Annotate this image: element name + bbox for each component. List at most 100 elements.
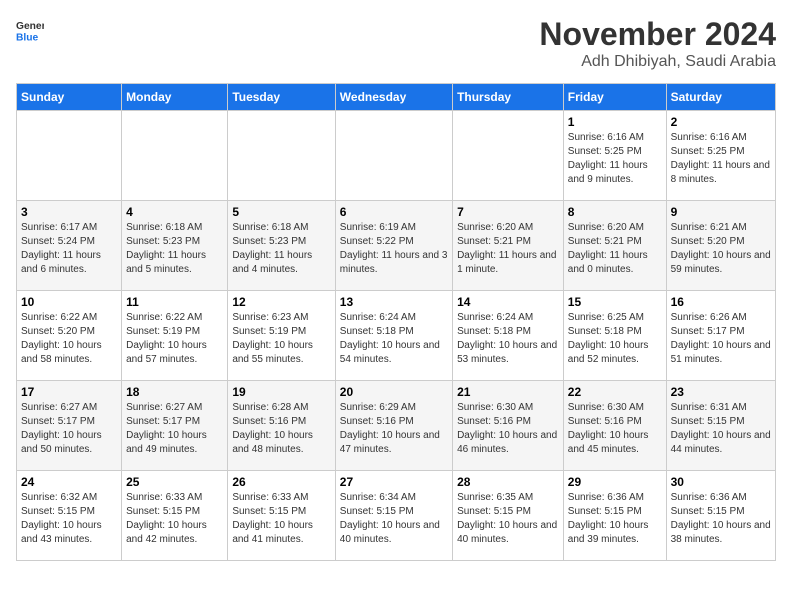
calendar-week-row: 10 Sunrise: 6:22 AM Sunset: 5:20 PM Dayli… [17,291,776,381]
day-number: 29 [568,475,662,489]
title-area: November 2024 Adh Dhibiyah, Saudi Arabia [539,16,776,71]
calendar-cell: 22Sunrise: 6:30 AM Sunset: 5:16 PM Dayli… [563,381,666,471]
day-number: 7 [457,205,559,219]
day-info: Sunrise: 6:36 AM Sunset: 5:15 PM Dayligh… [671,491,771,547]
calendar-cell: 30 Sunrise: 6:36 AM Sunset: 5:15 PM Dayli… [666,471,775,561]
calendar-week-row: 1 Sunrise: 6:16 AM Sunset: 5:25 PM Daylig… [17,111,776,201]
day-info: Sunrise: 6:16 AM Sunset: 5:25 PM Dayligh… [568,131,662,187]
day-info: Sunrise: 6:26 AM Sunset: 5:17 PM Dayligh… [671,311,771,367]
calendar-week-row: 3Sunrise: 6:17 AM Sunset: 5:24 PM Daylig… [17,201,776,291]
day-number: 28 [457,475,559,489]
day-number: 18 [126,385,223,399]
calendar-header-row: SundayMondayTuesdayWednesdayThursdayFrid… [17,84,776,111]
day-number: 12 [232,295,330,309]
day-info: Sunrise: 6:27 AM Sunset: 5:17 PM Dayligh… [126,401,223,457]
day-number: 16 [671,295,771,309]
calendar-cell [228,111,335,201]
calendar-cell: 8 Sunrise: 6:20 AM Sunset: 5:21 PM Daylig… [563,201,666,291]
day-info: Sunrise: 6:31 AM Sunset: 5:15 PM Dayligh… [671,401,771,457]
calendar-cell: 4Sunrise: 6:18 AM Sunset: 5:23 PM Daylig… [122,201,228,291]
calendar-cell: 7Sunrise: 6:20 AM Sunset: 5:21 PM Daylig… [453,201,564,291]
logo: General Blue [16,16,44,44]
day-info: Sunrise: 6:22 AM Sunset: 5:20 PM Dayligh… [21,311,117,367]
day-number: 19 [232,385,330,399]
day-number: 27 [340,475,448,489]
day-number: 21 [457,385,559,399]
calendar-cell [453,111,564,201]
day-info: Sunrise: 6:33 AM Sunset: 5:15 PM Dayligh… [126,491,223,547]
day-number: 23 [671,385,771,399]
day-info: Sunrise: 6:36 AM Sunset: 5:15 PM Dayligh… [568,491,662,547]
calendar-cell: 3Sunrise: 6:17 AM Sunset: 5:24 PM Daylig… [17,201,122,291]
day-number: 30 [671,475,771,489]
calendar-cell: 18 Sunrise: 6:27 AM Sunset: 5:17 PM Dayli… [122,381,228,471]
day-number: 6 [340,205,448,219]
calendar-cell: 25Sunrise: 6:33 AM Sunset: 5:15 PM Dayli… [122,471,228,561]
calendar-week-row: 17Sunrise: 6:27 AM Sunset: 5:17 PM Dayli… [17,381,776,471]
day-number: 10 [21,295,117,309]
day-info: Sunrise: 6:24 AM Sunset: 5:18 PM Dayligh… [340,311,448,367]
calendar-cell [335,111,452,201]
day-header-thursday: Thursday [453,84,564,111]
calendar-cell: 11 Sunrise: 6:22 AM Sunset: 5:19 PM Dayli… [122,291,228,381]
day-number: 1 [568,115,662,129]
calendar-cell: 24Sunrise: 6:32 AM Sunset: 5:15 PM Dayli… [17,471,122,561]
day-number: 14 [457,295,559,309]
day-header-saturday: Saturday [666,84,775,111]
calendar-cell: 12 Sunrise: 6:23 AM Sunset: 5:19 PM Dayli… [228,291,335,381]
calendar-cell: 14 Sunrise: 6:24 AM Sunset: 5:18 PM Dayli… [453,291,564,381]
day-info: Sunrise: 6:35 AM Sunset: 5:15 PM Dayligh… [457,491,559,547]
calendar-cell: 16 Sunrise: 6:26 AM Sunset: 5:17 PM Dayli… [666,291,775,381]
day-info: Sunrise: 6:30 AM Sunset: 5:16 PM Dayligh… [457,401,559,457]
day-info: Sunrise: 6:29 AM Sunset: 5:16 PM Dayligh… [340,401,448,457]
calendar-subtitle: Adh Dhibiyah, Saudi Arabia [539,53,776,71]
day-info: Sunrise: 6:32 AM Sunset: 5:15 PM Dayligh… [21,491,117,547]
calendar-cell: 15 Sunrise: 6:25 AM Sunset: 5:18 PM Dayli… [563,291,666,381]
day-number: 15 [568,295,662,309]
day-header-tuesday: Tuesday [228,84,335,111]
calendar-cell: 21 Sunrise: 6:30 AM Sunset: 5:16 PM Dayli… [453,381,564,471]
day-info: Sunrise: 6:24 AM Sunset: 5:18 PM Dayligh… [457,311,559,367]
calendar-cell: 1 Sunrise: 6:16 AM Sunset: 5:25 PM Daylig… [563,111,666,201]
calendar-cell: 26Sunrise: 6:33 AM Sunset: 5:15 PM Dayli… [228,471,335,561]
calendar-cell: 23 Sunrise: 6:31 AM Sunset: 5:15 PM Dayli… [666,381,775,471]
calendar-cell: 6 Sunrise: 6:19 AM Sunset: 5:22 PM Daylig… [335,201,452,291]
calendar-table: SundayMondayTuesdayWednesdayThursdayFrid… [16,83,776,561]
day-info: Sunrise: 6:16 AM Sunset: 5:25 PM Dayligh… [671,131,771,187]
svg-text:General: General [16,21,44,32]
day-info: Sunrise: 6:18 AM Sunset: 5:23 PM Dayligh… [126,221,223,277]
day-info: Sunrise: 6:18 AM Sunset: 5:23 PM Dayligh… [232,221,330,277]
day-header-monday: Monday [122,84,228,111]
calendar-cell: 5 Sunrise: 6:18 AM Sunset: 5:23 PM Daylig… [228,201,335,291]
day-number: 20 [340,385,448,399]
calendar-week-row: 24Sunrise: 6:32 AM Sunset: 5:15 PM Dayli… [17,471,776,561]
day-number: 11 [126,295,223,309]
calendar-cell: 28 Sunrise: 6:35 AM Sunset: 5:15 PM Dayli… [453,471,564,561]
day-header-sunday: Sunday [17,84,122,111]
day-number: 22 [568,385,662,399]
day-info: Sunrise: 6:27 AM Sunset: 5:17 PM Dayligh… [21,401,117,457]
day-number: 8 [568,205,662,219]
day-info: Sunrise: 6:23 AM Sunset: 5:19 PM Dayligh… [232,311,330,367]
day-number: 5 [232,205,330,219]
day-info: Sunrise: 6:21 AM Sunset: 5:20 PM Dayligh… [671,221,771,277]
calendar-cell [17,111,122,201]
day-number: 2 [671,115,771,129]
calendar-cell: 27 Sunrise: 6:34 AM Sunset: 5:15 PM Dayli… [335,471,452,561]
day-info: Sunrise: 6:20 AM Sunset: 5:21 PM Dayligh… [568,221,662,277]
day-info: Sunrise: 6:19 AM Sunset: 5:22 PM Dayligh… [340,221,448,277]
day-info: Sunrise: 6:22 AM Sunset: 5:19 PM Dayligh… [126,311,223,367]
day-info: Sunrise: 6:25 AM Sunset: 5:18 PM Dayligh… [568,311,662,367]
calendar-cell: 2 Sunrise: 6:16 AM Sunset: 5:25 PM Daylig… [666,111,775,201]
calendar-title: November 2024 [539,16,776,53]
calendar-cell: 19Sunrise: 6:28 AM Sunset: 5:16 PM Dayli… [228,381,335,471]
calendar-cell: 9Sunrise: 6:21 AM Sunset: 5:20 PM Daylig… [666,201,775,291]
calendar-cell: 13Sunrise: 6:24 AM Sunset: 5:18 PM Dayli… [335,291,452,381]
day-number: 26 [232,475,330,489]
calendar-cell [122,111,228,201]
calendar-cell: 10 Sunrise: 6:22 AM Sunset: 5:20 PM Dayli… [17,291,122,381]
header: General Blue November 2024 Adh Dhibiyah,… [16,16,776,71]
day-info: Sunrise: 6:34 AM Sunset: 5:15 PM Dayligh… [340,491,448,547]
calendar-cell: 20 Sunrise: 6:29 AM Sunset: 5:16 PM Dayli… [335,381,452,471]
day-info: Sunrise: 6:17 AM Sunset: 5:24 PM Dayligh… [21,221,117,277]
